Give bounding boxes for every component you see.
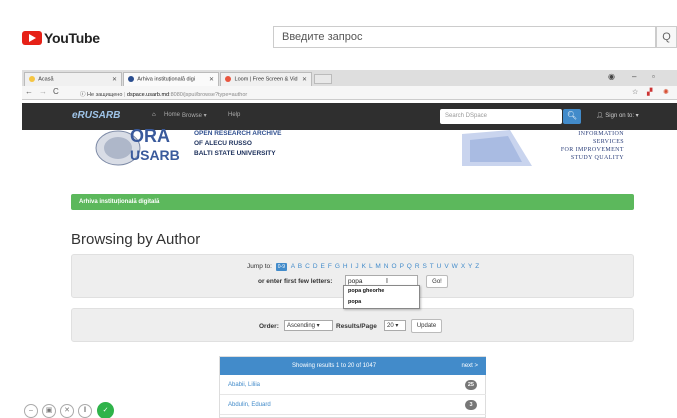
table-row: Ababii, Liliia 25: [220, 375, 486, 395]
results-per-page-select[interactable]: 20 ▾: [384, 320, 406, 331]
tab-favicon-icon: [29, 76, 35, 82]
next-page-link[interactable]: next >: [461, 363, 478, 369]
youtube-search-icon[interactable]: Q: [656, 26, 677, 48]
maximize-icon[interactable]: ▫: [652, 72, 655, 81]
ora-title-line1: OPEN RESEARCH ARCHIVE: [194, 130, 282, 137]
youtube-play-icon: [22, 31, 42, 45]
search-icon: 🔍︎: [566, 111, 578, 120]
order-label: Order:: [259, 323, 279, 330]
page-title: Browsing by Author: [71, 231, 201, 248]
iaqa-line2: SERVICES: [592, 139, 624, 145]
pause-icon[interactable]: ‖: [78, 404, 92, 418]
count-badge: 3: [465, 400, 477, 410]
showing-results-text: Showing results 1 to 20 of 1047: [292, 363, 377, 369]
usarb-letters: USARB: [130, 147, 180, 163]
ora-title-line2: OF ALECU RUSSO: [194, 140, 252, 147]
user-icon: 👤︎: [596, 113, 606, 119]
cancel-icon[interactable]: ✕: [60, 404, 74, 418]
camera-icon[interactable]: ▣: [42, 404, 56, 418]
browser-address-bar: ← → C ⓘ Не защищено | dspace.usarb.md:80…: [22, 86, 677, 100]
youtube-logo-text: YouTube: [44, 30, 100, 46]
table-row: Abdulin, Eduard 3: [220, 395, 486, 415]
dspace-logo[interactable]: eRUSARB: [72, 110, 120, 121]
youtube-search-input[interactable]: Введите запрос: [273, 26, 656, 48]
results-panel: Showing results 1 to 20 of 1047 next > A…: [219, 356, 486, 418]
ora-title-line3: BALTI STATE UNIVERSITY: [194, 150, 276, 157]
results-header: Showing results 1 to 20 of 1047 next >: [220, 357, 486, 375]
info-icon: ⓘ: [80, 92, 88, 98]
recording-controls: – ▣ ✕ ‖ ✓: [24, 401, 134, 418]
bookmark-star-icon[interactable]: ☆: [632, 88, 638, 96]
browser-tab-acasa[interactable]: Acasă ✕: [24, 72, 122, 86]
jump-to-label: Jump to:: [247, 263, 272, 270]
nav-browse-menu[interactable]: Browse ▾: [182, 112, 207, 119]
order-panel: Order: Ascending ▾ Results/Page 20 ▾ Upd…: [71, 308, 634, 342]
jump-letter-links[interactable]: A B C D E F G H I J K L M N O P Q R S T …: [291, 263, 480, 270]
forward-icon[interactable]: →: [39, 87, 47, 96]
url-field[interactable]: ⓘ Не защищено | dspace.usarb.md:8080/jsp…: [80, 88, 640, 99]
browser-tab-strip: Acasă ✕ Arhiva instituțională digi ✕ Loo…: [22, 70, 677, 86]
screen: YouTube Введите запрос Q Acasă ✕ Arhiva …: [0, 0, 677, 418]
ora-banner: ORA USARB OPEN RESEARCH ARCHIVE OF ALECU…: [70, 124, 635, 170]
nav-help-link[interactable]: Help: [228, 112, 240, 118]
browser-tab-arhiva[interactable]: Arhiva instituțională digi ✕: [123, 72, 219, 86]
sign-on-label: Sign on to: ▾: [605, 113, 639, 119]
information-services-text: INFORMATION SERVICES FOR IMPROVEMENT STU…: [512, 130, 624, 162]
author-link[interactable]: Ababii, Liliia: [228, 382, 260, 388]
extension-icon[interactable]: ▞: [647, 88, 652, 96]
reload-icon[interactable]: C: [53, 87, 59, 96]
tab-label: Loom | Free Screen & Vid: [234, 76, 298, 83]
dspace-search-input[interactable]: Search DSpace: [440, 109, 562, 124]
results-per-page-label: Results/Page: [336, 323, 377, 330]
suggestion-item[interactable]: popa: [344, 297, 419, 308]
sign-on-menu[interactable]: 👤︎ Sign on to: ▾: [596, 112, 639, 119]
url-path: :8080/jspui/browse?type=author: [169, 92, 248, 98]
close-tab-icon[interactable]: ✕: [112, 76, 117, 83]
browser-tab-loom[interactable]: Loom | Free Screen & Vid ✕: [220, 72, 312, 86]
order-select[interactable]: Ascending ▾: [284, 320, 333, 331]
jump-0-9-button[interactable]: 0-9: [275, 263, 287, 271]
close-tab-icon[interactable]: ✕: [209, 76, 214, 83]
tab-label: Arhiva instituțională digi: [137, 76, 196, 83]
youtube-logo[interactable]: YouTube: [22, 30, 100, 46]
tab-favicon-icon: [225, 76, 231, 82]
tab-label: Acasă: [38, 76, 54, 83]
loom-extension-icon[interactable]: ✺: [663, 88, 669, 96]
author-link[interactable]: Abdulin, Eduard: [228, 402, 271, 408]
security-label: Не защищено: [87, 92, 123, 98]
breadcrumb-link[interactable]: Arhiva instituțională digitală: [79, 199, 159, 205]
ora-title: OPEN RESEARCH ARCHIVE OF ALECU RUSSO BAL…: [194, 129, 282, 159]
count-badge: 25: [464, 380, 477, 390]
tab-favicon-icon: [128, 76, 134, 82]
iaqa-line1: INFORMATION: [578, 131, 624, 137]
ora-letters: ORA: [130, 126, 170, 146]
home-icon[interactable]: ⌂: [152, 112, 156, 118]
url-host: dspace.usarb.md: [126, 92, 170, 98]
minimize-icon[interactable]: –: [632, 72, 636, 81]
iaqa-line4: STUDY QUALITY: [570, 155, 624, 161]
suggestion-item[interactable]: popa gheorhe: [344, 286, 419, 297]
youtube-header: YouTube Введите запрос Q: [0, 0, 677, 62]
close-tab-icon[interactable]: ✕: [302, 76, 307, 83]
profile-icon[interactable]: ◉: [608, 72, 615, 81]
update-button[interactable]: Update: [411, 319, 442, 333]
text-cursor-icon: I: [386, 278, 388, 285]
autocomplete-dropdown: popa gheorhe popa: [343, 285, 420, 309]
iaqa-line3: FOR IMPROVEMENT: [560, 147, 624, 153]
dspace-search-button[interactable]: 🔍︎: [563, 109, 581, 124]
new-tab-button[interactable]: [314, 74, 332, 84]
go-button[interactable]: Go!: [426, 275, 448, 288]
check-icon[interactable]: ✓: [97, 402, 114, 418]
nav-home-link[interactable]: Home: [164, 112, 180, 118]
enter-letters-label: or enter first few letters:: [258, 278, 333, 285]
jump-to-row: Jump to: 0-9 A B C D E F G H I J K L M N…: [247, 263, 480, 271]
breadcrumb: Arhiva instituțională digitală: [71, 194, 634, 210]
minus-icon[interactable]: –: [24, 404, 38, 418]
back-icon[interactable]: ←: [25, 87, 33, 96]
ora-usarb-logo: ORA USARB: [95, 126, 180, 166]
